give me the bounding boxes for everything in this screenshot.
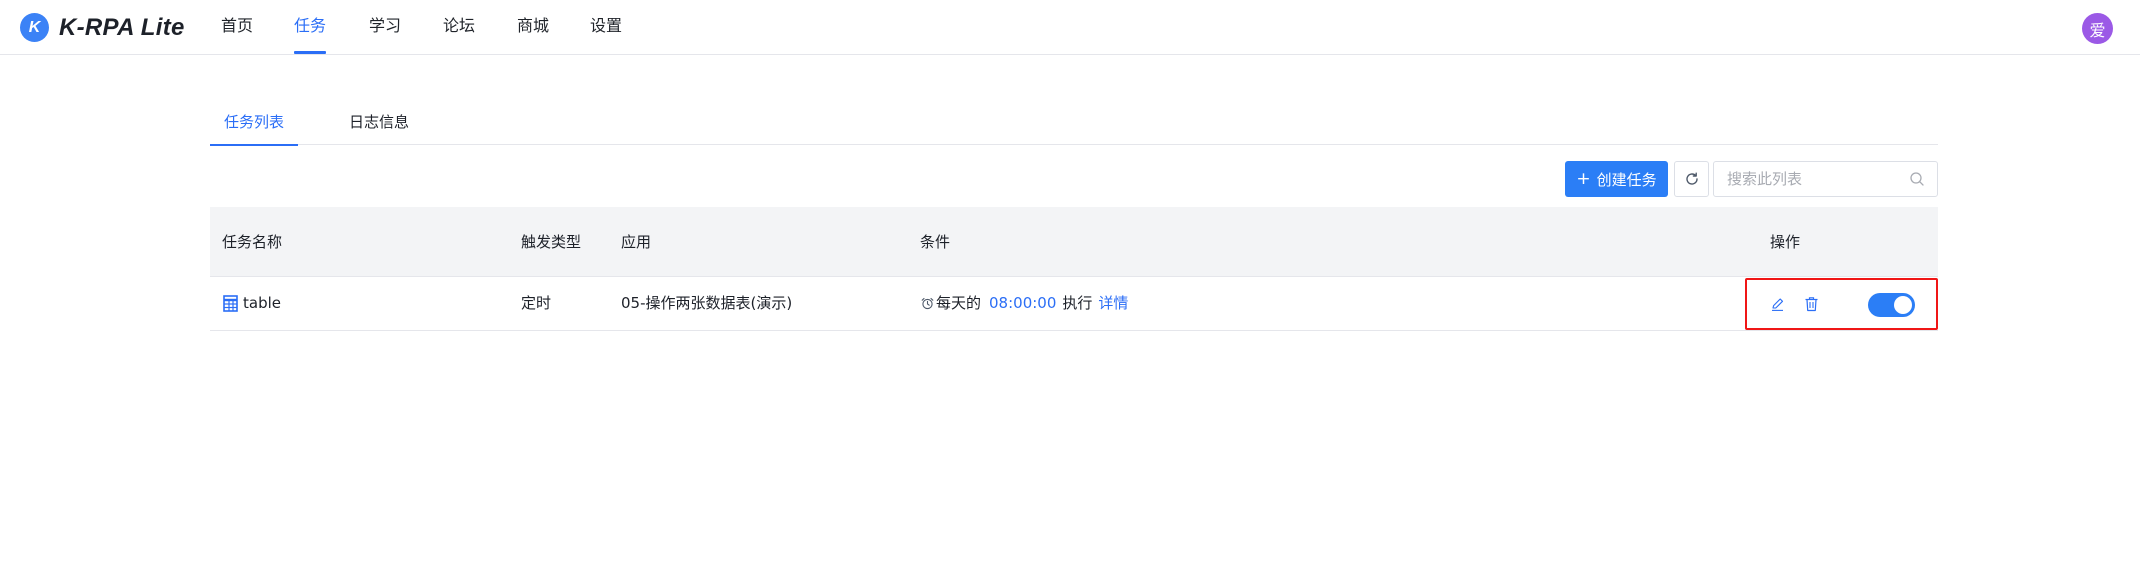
condition-prefix: 每天的 (936, 294, 982, 312)
search-box (1713, 161, 1938, 197)
nav-item-forum[interactable]: 论坛 (443, 0, 475, 55)
task-name-cell: table (223, 277, 281, 330)
tab-task-list[interactable]: 任务列表 (209, 111, 299, 146)
task-enabled-toggle[interactable] (1868, 293, 1915, 317)
column-header-app: 应用 (621, 233, 652, 251)
logo-icon: K (20, 13, 49, 42)
search-input[interactable] (1714, 162, 1904, 196)
app-name: K-RPA Lite (59, 13, 185, 41)
table-icon (223, 295, 238, 312)
table-row: table 定时 05-操作两张数据表(演示) 每天的 08:00:00 执行 … (210, 277, 1938, 331)
trash-icon (1805, 297, 1817, 312)
create-task-label: 创建任务 (1596, 170, 1657, 189)
nav-item-learn[interactable]: 学习 (369, 0, 401, 55)
toggle-knob (1894, 296, 1912, 314)
condition-time: 08:00:00 (989, 294, 1057, 312)
edit-icon (1771, 297, 1783, 311)
column-header-task-name: 任务名称 (222, 233, 283, 251)
tab-log-info[interactable]: 日志信息 (349, 111, 409, 145)
search-icon[interactable] (1909, 171, 1925, 187)
top-navigation-bar: K K-RPA Lite 首页 任务 学习 论坛 商城 设置 爱 (0, 0, 2140, 55)
column-header-condition: 条件 (920, 233, 951, 251)
plus-icon: + (1576, 168, 1591, 189)
condition-suffix: 执行 (1062, 294, 1093, 312)
nav-item-tasks[interactable]: 任务 (294, 0, 327, 55)
nav-item-home[interactable]: 首页 (221, 0, 253, 55)
refresh-icon (1685, 172, 1698, 185)
column-header-actions: 操作 (1770, 233, 1801, 251)
condition-detail-link[interactable]: 详情 (1098, 277, 1128, 330)
nav-item-settings[interactable]: 设置 (590, 0, 622, 55)
task-name[interactable]: table (243, 277, 281, 330)
create-task-button[interactable]: + 创建任务 (1565, 161, 1668, 197)
app-cell: 05-操作两张数据表(演示) (621, 294, 793, 312)
refresh-button[interactable] (1674, 161, 1709, 197)
alarm-clock-icon (921, 297, 934, 310)
column-header-trigger-type: 触发类型 (521, 233, 582, 251)
app-logo[interactable]: K K-RPA Lite (20, 13, 185, 42)
trigger-type-cell: 定时 (521, 294, 552, 312)
user-avatar[interactable]: 爱 (2082, 13, 2113, 44)
nav-item-store[interactable]: 商城 (517, 0, 549, 55)
task-tabs: 任务列表 日志信息 (209, 105, 1938, 146)
edit-button[interactable] (1768, 295, 1786, 313)
delete-button[interactable] (1802, 295, 1820, 313)
condition-cell: 每天的 08:00:00 执行 详情 (921, 277, 1128, 330)
table-header: 任务名称 触发类型 应用 条件 操作 (210, 207, 1938, 277)
